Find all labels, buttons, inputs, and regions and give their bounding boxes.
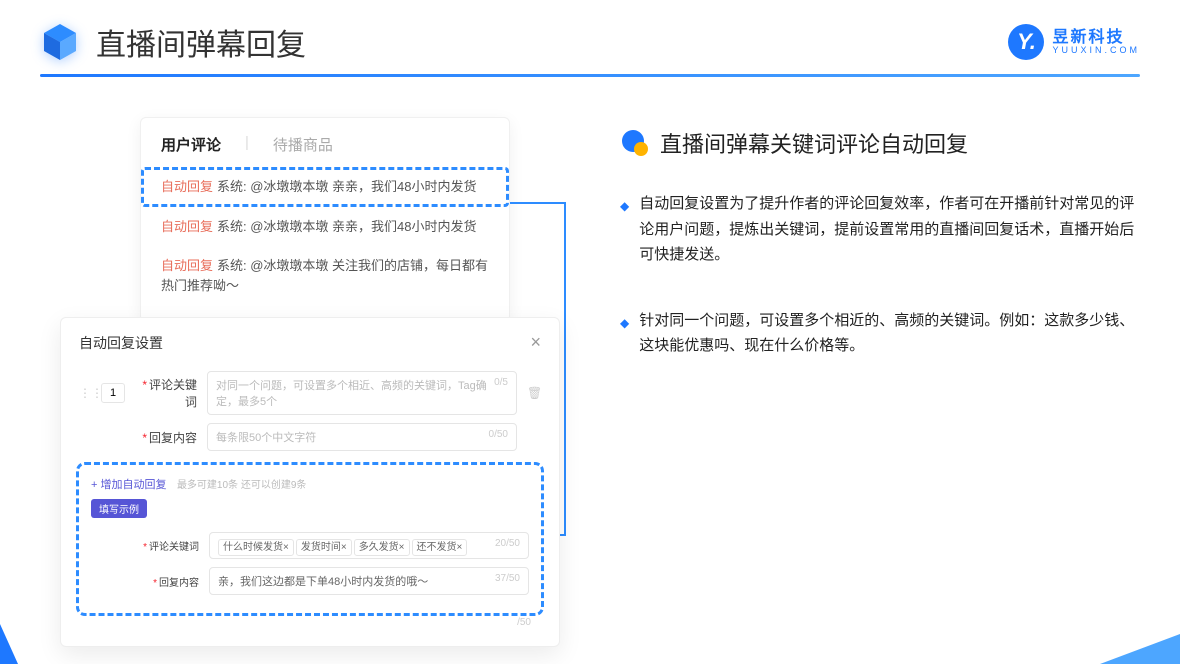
left-illustration: 用户评论 | 待播商品 自动回复系统: @冰墩墩本墩 亲亲，我们48小时内发货 … bbox=[60, 117, 560, 399]
brand-mark: Y. bbox=[1008, 24, 1044, 60]
index-box: 1 bbox=[101, 383, 125, 403]
example-keyword-input: 什么时候发货×发货时间×多久发货×还不发货× 20/50 bbox=[209, 532, 529, 559]
comment-row-highlighted: 自动回复系统: @冰墩墩本墩 亲亲，我们48小时内发货 bbox=[141, 167, 509, 207]
feature-title: 直播间弹幕关键词评论自动回复 bbox=[660, 127, 968, 159]
delete-icon[interactable]: 🗑 bbox=[527, 386, 541, 400]
keyword-input[interactable]: 对同一个问题，可设置多个相近、高频的关键词，Tag确定，最多5个 0/5 bbox=[207, 371, 517, 415]
comment-row: 自动回复系统: @冰墩墩本墩 关注我们的店铺，每日都有热门推荐呦～ bbox=[141, 246, 509, 305]
settings-card: 自动回复设置 × ⋮⋮ 1 *评论关键词 对同一个问题，可设置多个相近、高频的关… bbox=[60, 317, 560, 647]
settings-title: 自动回复设置 bbox=[79, 333, 163, 353]
feature-bullet: ◆ 自动回复设置为了提升作者的评论回复效率，作者可在开播前针对常见的评论用户问题… bbox=[620, 191, 1140, 268]
drag-handle-icon[interactable]: ⋮⋮ bbox=[79, 386, 91, 400]
chat-bubble-icon bbox=[620, 129, 648, 157]
diamond-bullet-icon: ◆ bbox=[620, 313, 629, 359]
brand-logo: Y. 昱新科技 YUUXIN.COM bbox=[1008, 24, 1140, 60]
reply-input[interactable]: 每条限50个中文字符 0/50 bbox=[207, 423, 517, 451]
example-reply-input: 亲，我们这边都是下单48小时内发货的哦～ 37/50 bbox=[209, 567, 529, 595]
feature-bullet: ◆ 针对同一个问题，可设置多个相近的、高频的关键词。例如：这款多少钱、这块能优惠… bbox=[620, 308, 1140, 359]
diamond-bullet-icon: ◆ bbox=[620, 196, 629, 268]
tab-user-comments[interactable]: 用户评论 bbox=[161, 134, 221, 155]
add-auto-reply-link[interactable]: + 增加自动回复 bbox=[91, 479, 166, 491]
footer-decoration-right bbox=[1100, 634, 1180, 664]
example-block: + 增加自动回复 最多可建10条 还可以创建9条 填写示例 *评论关键词 什么时… bbox=[79, 465, 541, 613]
cube-icon bbox=[40, 22, 80, 62]
comment-row: 自动回复系统: @冰墩墩本墩 亲亲，我们48小时内发货 bbox=[141, 207, 509, 247]
feature-description: 直播间弹幕关键词评论自动回复 ◆ 自动回复设置为了提升作者的评论回复效率，作者可… bbox=[620, 117, 1140, 399]
header: 直播间弹幕回复 Y. 昱新科技 YUUXIN.COM bbox=[0, 0, 1180, 74]
footer-decoration-left bbox=[0, 624, 18, 664]
comments-card: 用户评论 | 待播商品 自动回复系统: @冰墩墩本墩 亲亲，我们48小时内发货 … bbox=[140, 117, 510, 322]
brand-text: 昱新科技 YUUXIN.COM bbox=[1052, 30, 1140, 55]
page-title: 直播间弹幕回复 bbox=[96, 20, 306, 64]
tab-pending-products[interactable]: 待播商品 bbox=[273, 134, 333, 155]
close-icon[interactable]: × bbox=[530, 332, 541, 353]
title-wrap: 直播间弹幕回复 bbox=[40, 20, 306, 64]
example-badge: 填写示例 bbox=[91, 499, 147, 518]
